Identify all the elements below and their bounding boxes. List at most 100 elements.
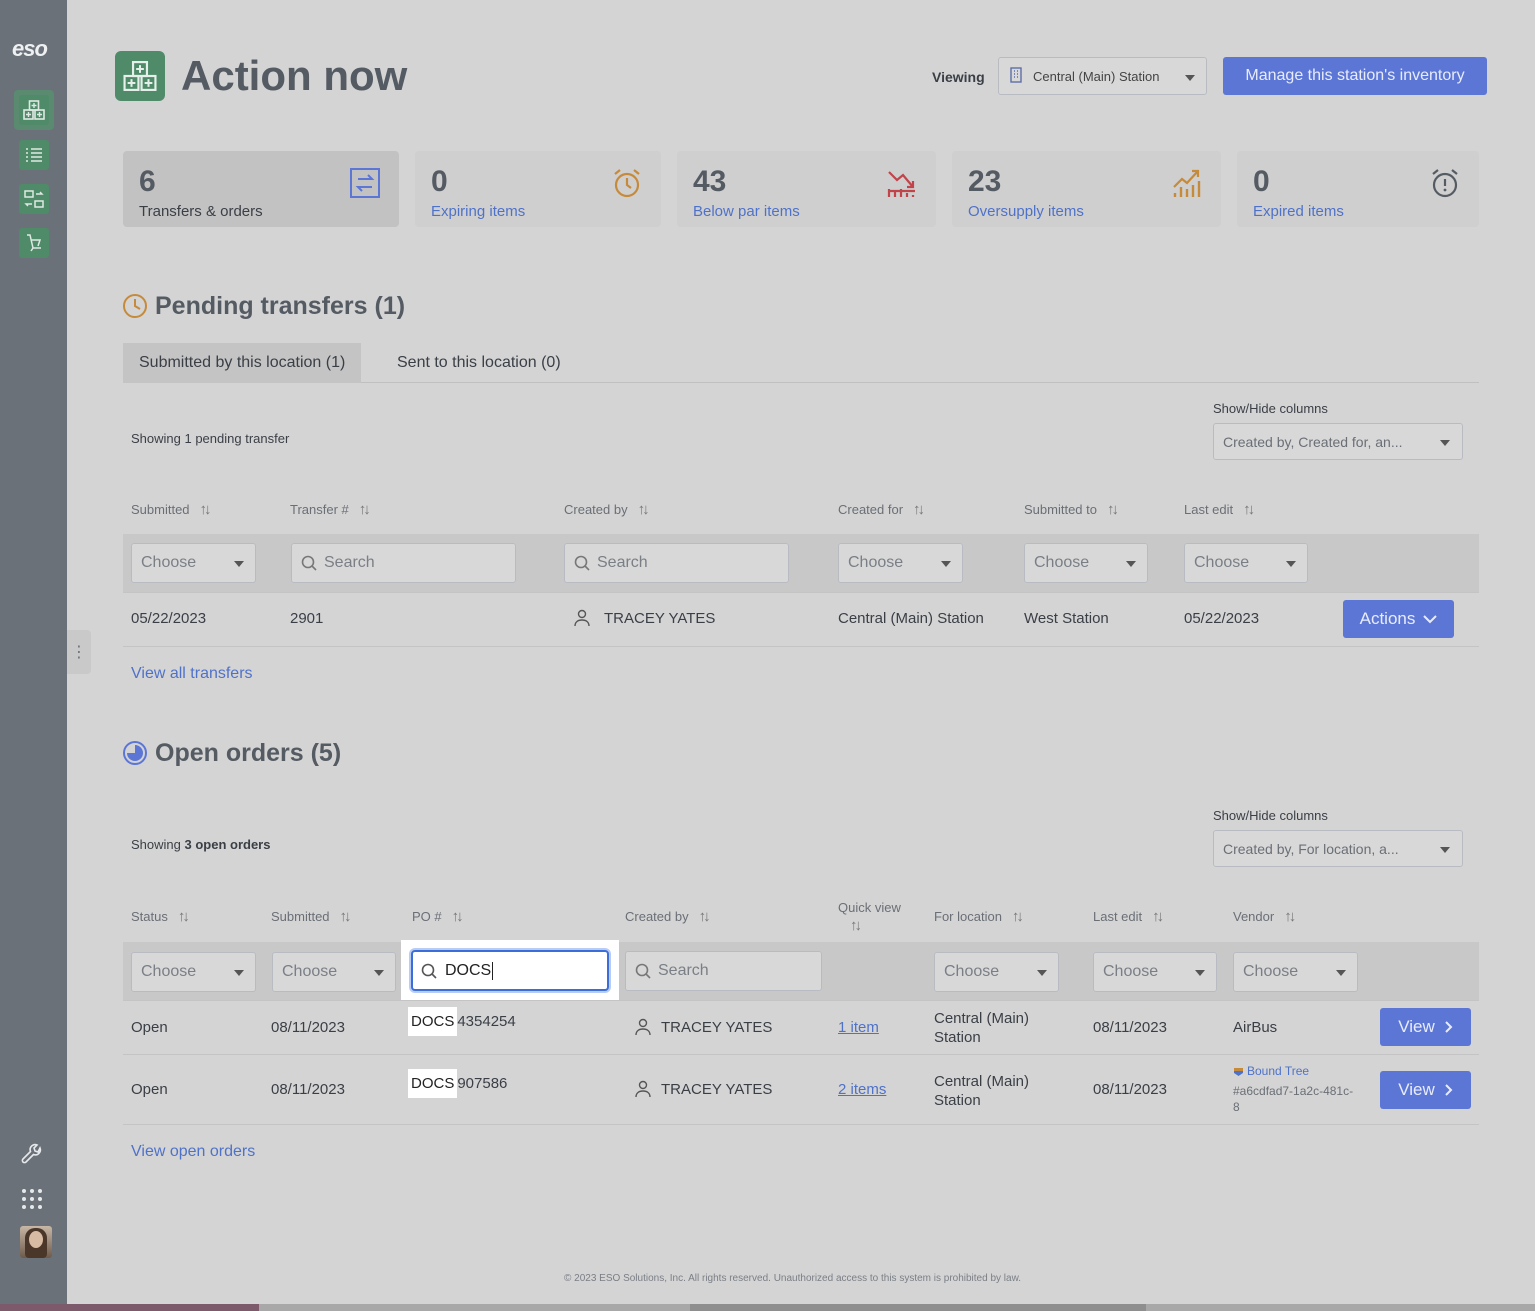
stat-value: 0 [431, 165, 448, 198]
cell-created-for: Central (Main) Station [838, 610, 984, 627]
page-title: Action now [181, 52, 408, 99]
cell-for-location: Central (Main) Station [934, 1073, 1030, 1109]
cell-created-by: TRACEY YATES [604, 610, 716, 627]
view-order-button[interactable]: View [1380, 1008, 1471, 1046]
footer-copyright: © 2023 ESO Solutions, Inc. All rights re… [564, 1273, 1022, 1284]
col-created-for[interactable]: Created for ↑↓ [838, 501, 925, 518]
col-last-edit[interactable]: Last edit ↑↓ [1093, 908, 1164, 925]
search-icon [574, 555, 590, 571]
tab-submitted-by-location[interactable]: Submitted by this location (1) [123, 343, 362, 383]
sort-icon: ↑↓ [698, 908, 711, 925]
filter-submitted[interactable]: Choose [272, 952, 396, 992]
view-order-button[interactable]: View [1380, 1071, 1471, 1109]
col-submitted-to[interactable]: Submitted to ↑↓ [1024, 501, 1119, 518]
chevron-right-icon [1445, 1021, 1453, 1033]
col-po[interactable]: PO # ↑↓ [412, 908, 464, 925]
stat-card-expiring[interactable]: 0 Expiring items [415, 151, 661, 227]
filter-transfer-search[interactable]: Search [291, 543, 516, 583]
stat-card-oversupply[interactable]: 23 Oversupply items [952, 151, 1221, 227]
search-icon [635, 963, 651, 979]
col-for-location[interactable]: For location ↑↓ [934, 908, 1024, 925]
col-last-edit[interactable]: Last edit ↑↓ [1184, 501, 1255, 518]
wrench-icon[interactable] [20, 1143, 44, 1172]
showhide-columns-select[interactable]: Created by, For location, a... [1213, 830, 1463, 867]
stat-card-expired[interactable]: 0 Expired items [1237, 151, 1479, 227]
divider [123, 1054, 1479, 1055]
stat-value: 0 [1253, 165, 1270, 198]
sidebar-item-transfers[interactable] [14, 179, 54, 219]
manage-inventory-button[interactable]: Manage this station's inventory [1223, 57, 1487, 95]
tab-sent-to-location[interactable]: Sent to this location (0) [381, 343, 577, 383]
col-submitted[interactable]: Submitted ↑↓ [131, 501, 212, 518]
stat-card-below-par[interactable]: 43 Below par items [677, 151, 936, 227]
apps-grid-icon[interactable] [20, 1187, 44, 1216]
stat-label: Expired items [1253, 203, 1344, 220]
filter-created-by-search[interactable]: Search [625, 951, 822, 991]
stat-value: 43 [693, 165, 727, 198]
cell-created-by: TRACEY YATES [661, 1019, 773, 1036]
bound-tree-logo-icon [1234, 1067, 1243, 1076]
person-icon [574, 609, 590, 627]
col-vendor[interactable]: Vendor ↑↓ [1233, 908, 1296, 925]
stat-card-transfers-orders[interactable]: 6 Transfers & orders [123, 151, 399, 227]
avatar[interactable] [20, 1226, 52, 1258]
filter-submitted[interactable]: Choose [131, 543, 256, 583]
filter-last-edit[interactable]: Choose [1184, 543, 1308, 583]
col-quick-view[interactable]: Quick view ↑↓ [838, 900, 901, 934]
cell-for-location: Central (Main) Station [934, 1010, 1030, 1046]
sidebar-item-cart[interactable] [14, 223, 54, 263]
building-icon [1009, 66, 1023, 86]
po-search-input[interactable]: DOCS [411, 950, 609, 991]
cell-created-by: TRACEY YATES [661, 1081, 773, 1098]
cell-submitted: 05/22/2023 [131, 610, 207, 627]
transfer-boxes-icon [24, 190, 44, 208]
showhide-columns-select[interactable]: Created by, Created for, an... [1213, 423, 1463, 460]
open-orders-title: Open orders (5) [155, 739, 342, 767]
search-icon [301, 555, 317, 571]
filter-for-location[interactable]: Choose [934, 952, 1059, 992]
view-open-orders-link[interactable]: View open orders [131, 1143, 255, 1161]
eso-logo: eso [12, 36, 48, 61]
cell-status: Open [131, 1019, 168, 1036]
quick-view-link[interactable]: 1 item [838, 1019, 879, 1036]
list-icon [26, 148, 42, 162]
sort-icon: ↑↓ [1107, 501, 1119, 518]
col-transfer[interactable]: Transfer # ↑↓ [290, 501, 371, 518]
pending-transfers-title: Pending transfers (1) [155, 292, 406, 320]
stat-label: Oversupply items [968, 203, 1084, 220]
chevron-down-icon [234, 561, 244, 567]
sort-icon: ↑↓ [1243, 501, 1255, 518]
cell-po: DOCS 4354254 [408, 1007, 516, 1036]
person-icon [635, 1080, 651, 1098]
showhide-value: Created by, For location, a... [1223, 840, 1399, 857]
col-created-by[interactable]: Created by ↑↓ [625, 908, 711, 925]
cell-submitted-to: West Station [1024, 610, 1109, 627]
quick-view-link[interactable]: 2 items [838, 1081, 886, 1098]
filter-created-for[interactable]: Choose [838, 543, 963, 583]
actions-button[interactable]: Actions [1343, 600, 1454, 638]
sidebar-drag-handle[interactable]: ⋮ [67, 630, 91, 674]
trend-down-icon [887, 171, 915, 197]
sidebar-item-list[interactable] [14, 135, 54, 175]
sidebar-item-action-now[interactable] [14, 90, 54, 130]
filter-last-edit[interactable]: Choose [1093, 952, 1217, 992]
cell-last-edit: 08/11/2023 [1093, 1019, 1167, 1036]
filter-vendor[interactable]: Choose [1233, 952, 1358, 992]
trend-up-icon [1173, 169, 1201, 197]
col-submitted[interactable]: Submitted ↑↓ [271, 908, 352, 925]
chevron-down-icon [1126, 561, 1136, 567]
filter-created-by-search[interactable]: Search [564, 543, 789, 583]
station-select[interactable]: Central (Main) Station [998, 57, 1207, 95]
sort-icon: ↑↓ [1011, 908, 1024, 925]
vendor-logo: Bound Tree [1233, 1064, 1309, 1078]
filter-status[interactable]: Choose [131, 952, 256, 992]
divider [123, 1124, 1479, 1125]
showhide-value: Created by, Created for, an... [1223, 433, 1403, 450]
col-status[interactable]: Status ↑↓ [131, 908, 190, 925]
cell-submitted: 08/11/2023 [271, 1019, 345, 1036]
cart-icon [27, 234, 42, 252]
filter-submitted-to[interactable]: Choose [1024, 543, 1148, 583]
stat-label: Transfers & orders [139, 203, 263, 220]
view-all-transfers-link[interactable]: View all transfers [131, 665, 253, 683]
col-created-by[interactable]: Created by ↑↓ [564, 501, 650, 518]
